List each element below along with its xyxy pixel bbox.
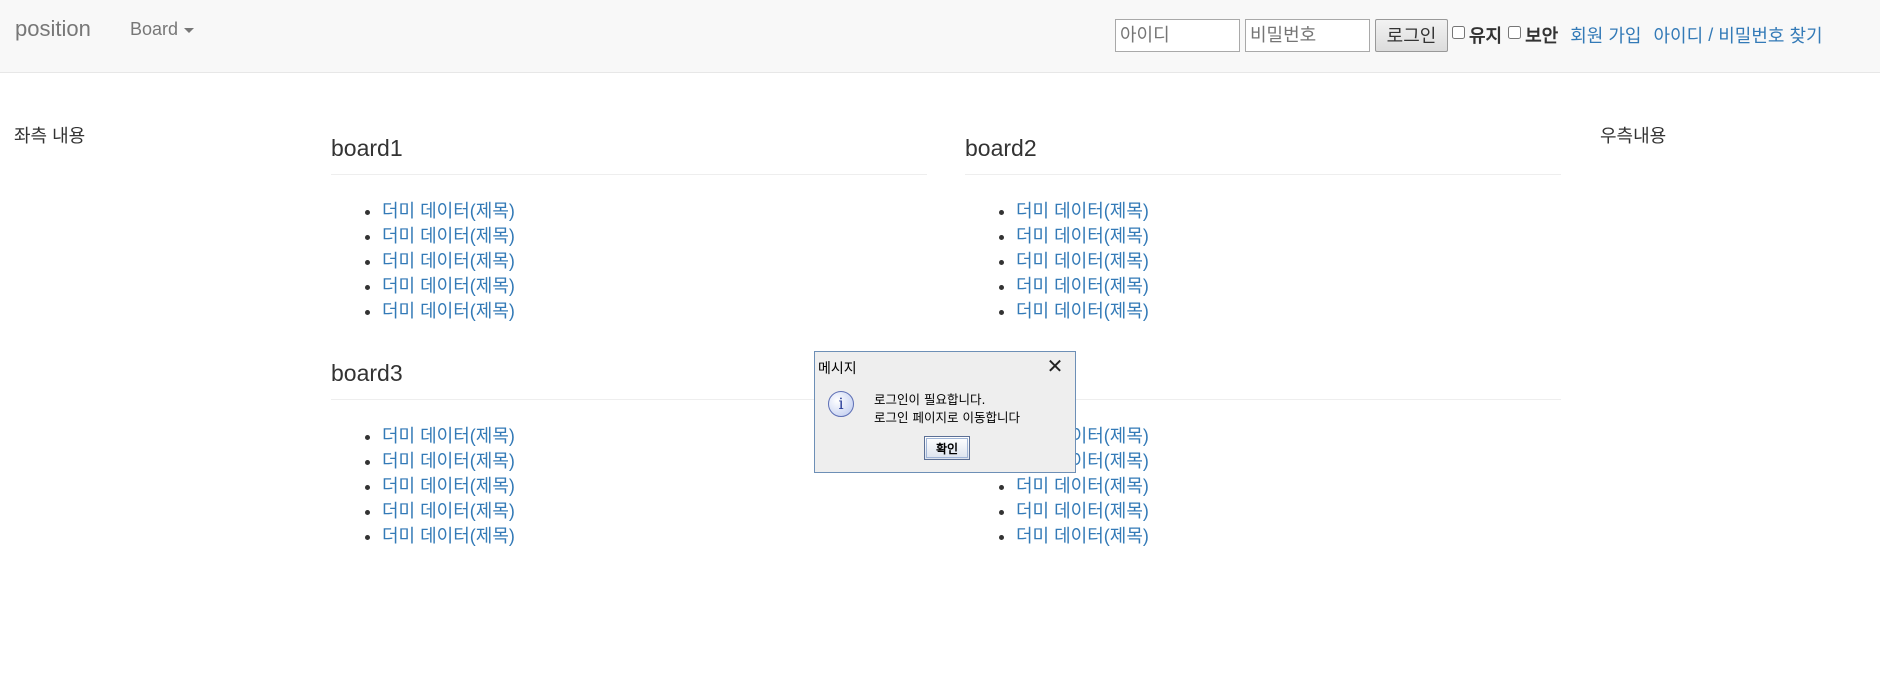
list-item: 더미 데이터(제목) [1016,299,1561,324]
board2-panel: board2 더미 데이터(제목) 더미 데이터(제목) 더미 데이터(제목) … [965,122,1561,324]
post-link[interactable]: 더미 데이터(제목) [382,226,515,246]
list-item: 더미 데이터(제목) [1016,224,1561,249]
list-item: 더미 데이터(제목) [382,224,927,249]
divider [965,174,1561,175]
post-link[interactable]: 더미 데이터(제목) [382,526,515,546]
dialog-message-line2: 로그인 페이지로 이동합니다 [874,410,1020,425]
list-item: 더미 데이터(제목) [382,199,927,224]
list-item: 더미 데이터(제목) [382,499,927,524]
post-link[interactable]: 더미 데이터(제목) [1016,476,1149,496]
board-dropdown[interactable]: Board [130,19,195,40]
list-item: 더미 데이터(제목) [1016,474,1561,499]
secure-login-label: 보안 [1525,26,1559,46]
info-icon: i [828,391,854,417]
post-link[interactable]: 더미 데이터(제목) [1016,251,1149,271]
list-item: 더미 데이터(제목) [1016,424,1561,449]
board-title: board1 [331,135,403,161]
dialog-message-line1: 로그인이 필요합니다. [874,392,986,407]
list-item: 더미 데이터(제목) [1016,274,1561,299]
list-item: 더미 데이터(제목) [1016,524,1561,549]
dialog-message: 로그인이 필요합니다. 로그인 페이지로 이동합니다 [874,391,1020,427]
post-link[interactable]: 더미 데이터(제목) [382,251,515,271]
post-list: 더미 데이터(제목) 더미 데이터(제목) 더미 데이터(제목) 더미 데이터(… [965,199,1561,324]
keep-login-option: 유지 [1452,16,1502,48]
post-link[interactable]: 더미 데이터(제목) [1016,301,1149,321]
dialog-title: 메시지 [818,361,857,377]
board-title: board2 [965,135,1037,161]
right-sidebar: 우측내용 [1600,126,1667,146]
list-item: 더미 데이터(제목) [1016,499,1561,524]
post-link[interactable]: 더미 데이터(제목) [382,301,515,321]
list-item: 더미 데이터(제목) [382,299,927,324]
board-dropdown-label: Board [130,19,179,39]
post-link[interactable]: 더미 데이터(제목) [1016,226,1149,246]
close-icon[interactable]: ✕ [1045,356,1065,376]
login-button[interactable]: 로그인 [1375,18,1448,52]
post-link[interactable]: 더미 데이터(제목) [382,501,515,521]
list-item: 더미 데이터(제목) [1016,249,1561,274]
post-link[interactable]: 더미 데이터(제목) [1016,501,1149,521]
left-sidebar: 좌측 내용 [14,126,86,146]
ok-button[interactable]: 확인 [924,436,970,460]
id-input[interactable] [1115,18,1240,52]
link-separator: / [1708,24,1714,45]
list-item: 더미 데이터(제목) [382,274,927,299]
find-id-link[interactable]: 아이디 [1654,22,1704,48]
post-link[interactable]: 더미 데이터(제목) [1016,276,1149,296]
message-dialog: 메시지 ✕ i 로그인이 필요합니다. 로그인 페이지로 이동합니다 확인 [814,351,1076,473]
find-password-link[interactable]: 비밀번호 찾기 [1718,22,1822,48]
keep-login-checkbox[interactable] [1452,25,1465,39]
secure-login-checkbox[interactable] [1508,25,1522,39]
list-item: 더미 데이터(제목) [1016,449,1561,474]
post-link[interactable]: 더미 데이터(제목) [382,476,515,496]
signup-link[interactable]: 회원 가입 [1570,22,1641,48]
brand-link[interactable]: position [15,16,91,42]
post-link[interactable]: 더미 데이터(제목) [382,451,515,471]
list-item: 더미 데이터(제목) [382,524,927,549]
post-link[interactable]: 더미 데이터(제목) [382,276,515,296]
post-link[interactable]: 더미 데이터(제목) [382,426,515,446]
list-item: 더미 데이터(제목) [382,249,927,274]
secure-login-option: 보안 [1508,16,1558,48]
list-item: 더미 데이터(제목) [1016,199,1561,224]
navbar: position Board 로그인 유지 보안 회원 가입 아이디 / 비밀번… [0,0,1880,73]
caret-down-icon [184,27,195,33]
post-list: 더미 데이터(제목) 더미 데이터(제목) 더미 데이터(제목) 더미 데이터(… [331,199,927,324]
dialog-body: i 로그인이 필요합니다. 로그인 페이지로 이동합니다 확인 [816,383,1074,471]
post-link[interactable]: 더미 데이터(제목) [1016,201,1149,221]
divider [331,174,927,175]
password-input[interactable] [1245,18,1370,52]
board1-panel: board1 더미 데이터(제목) 더미 데이터(제목) 더미 데이터(제목) … [331,122,927,324]
keep-login-label: 유지 [1469,26,1503,46]
list-item: 더미 데이터(제목) [382,474,927,499]
post-link[interactable]: 더미 데이터(제목) [382,201,515,221]
login-form: 로그인 유지 보안 회원 가입 아이디 / 비밀번호 찾기 [1115,18,1823,52]
post-link[interactable]: 더미 데이터(제목) [1016,526,1149,546]
